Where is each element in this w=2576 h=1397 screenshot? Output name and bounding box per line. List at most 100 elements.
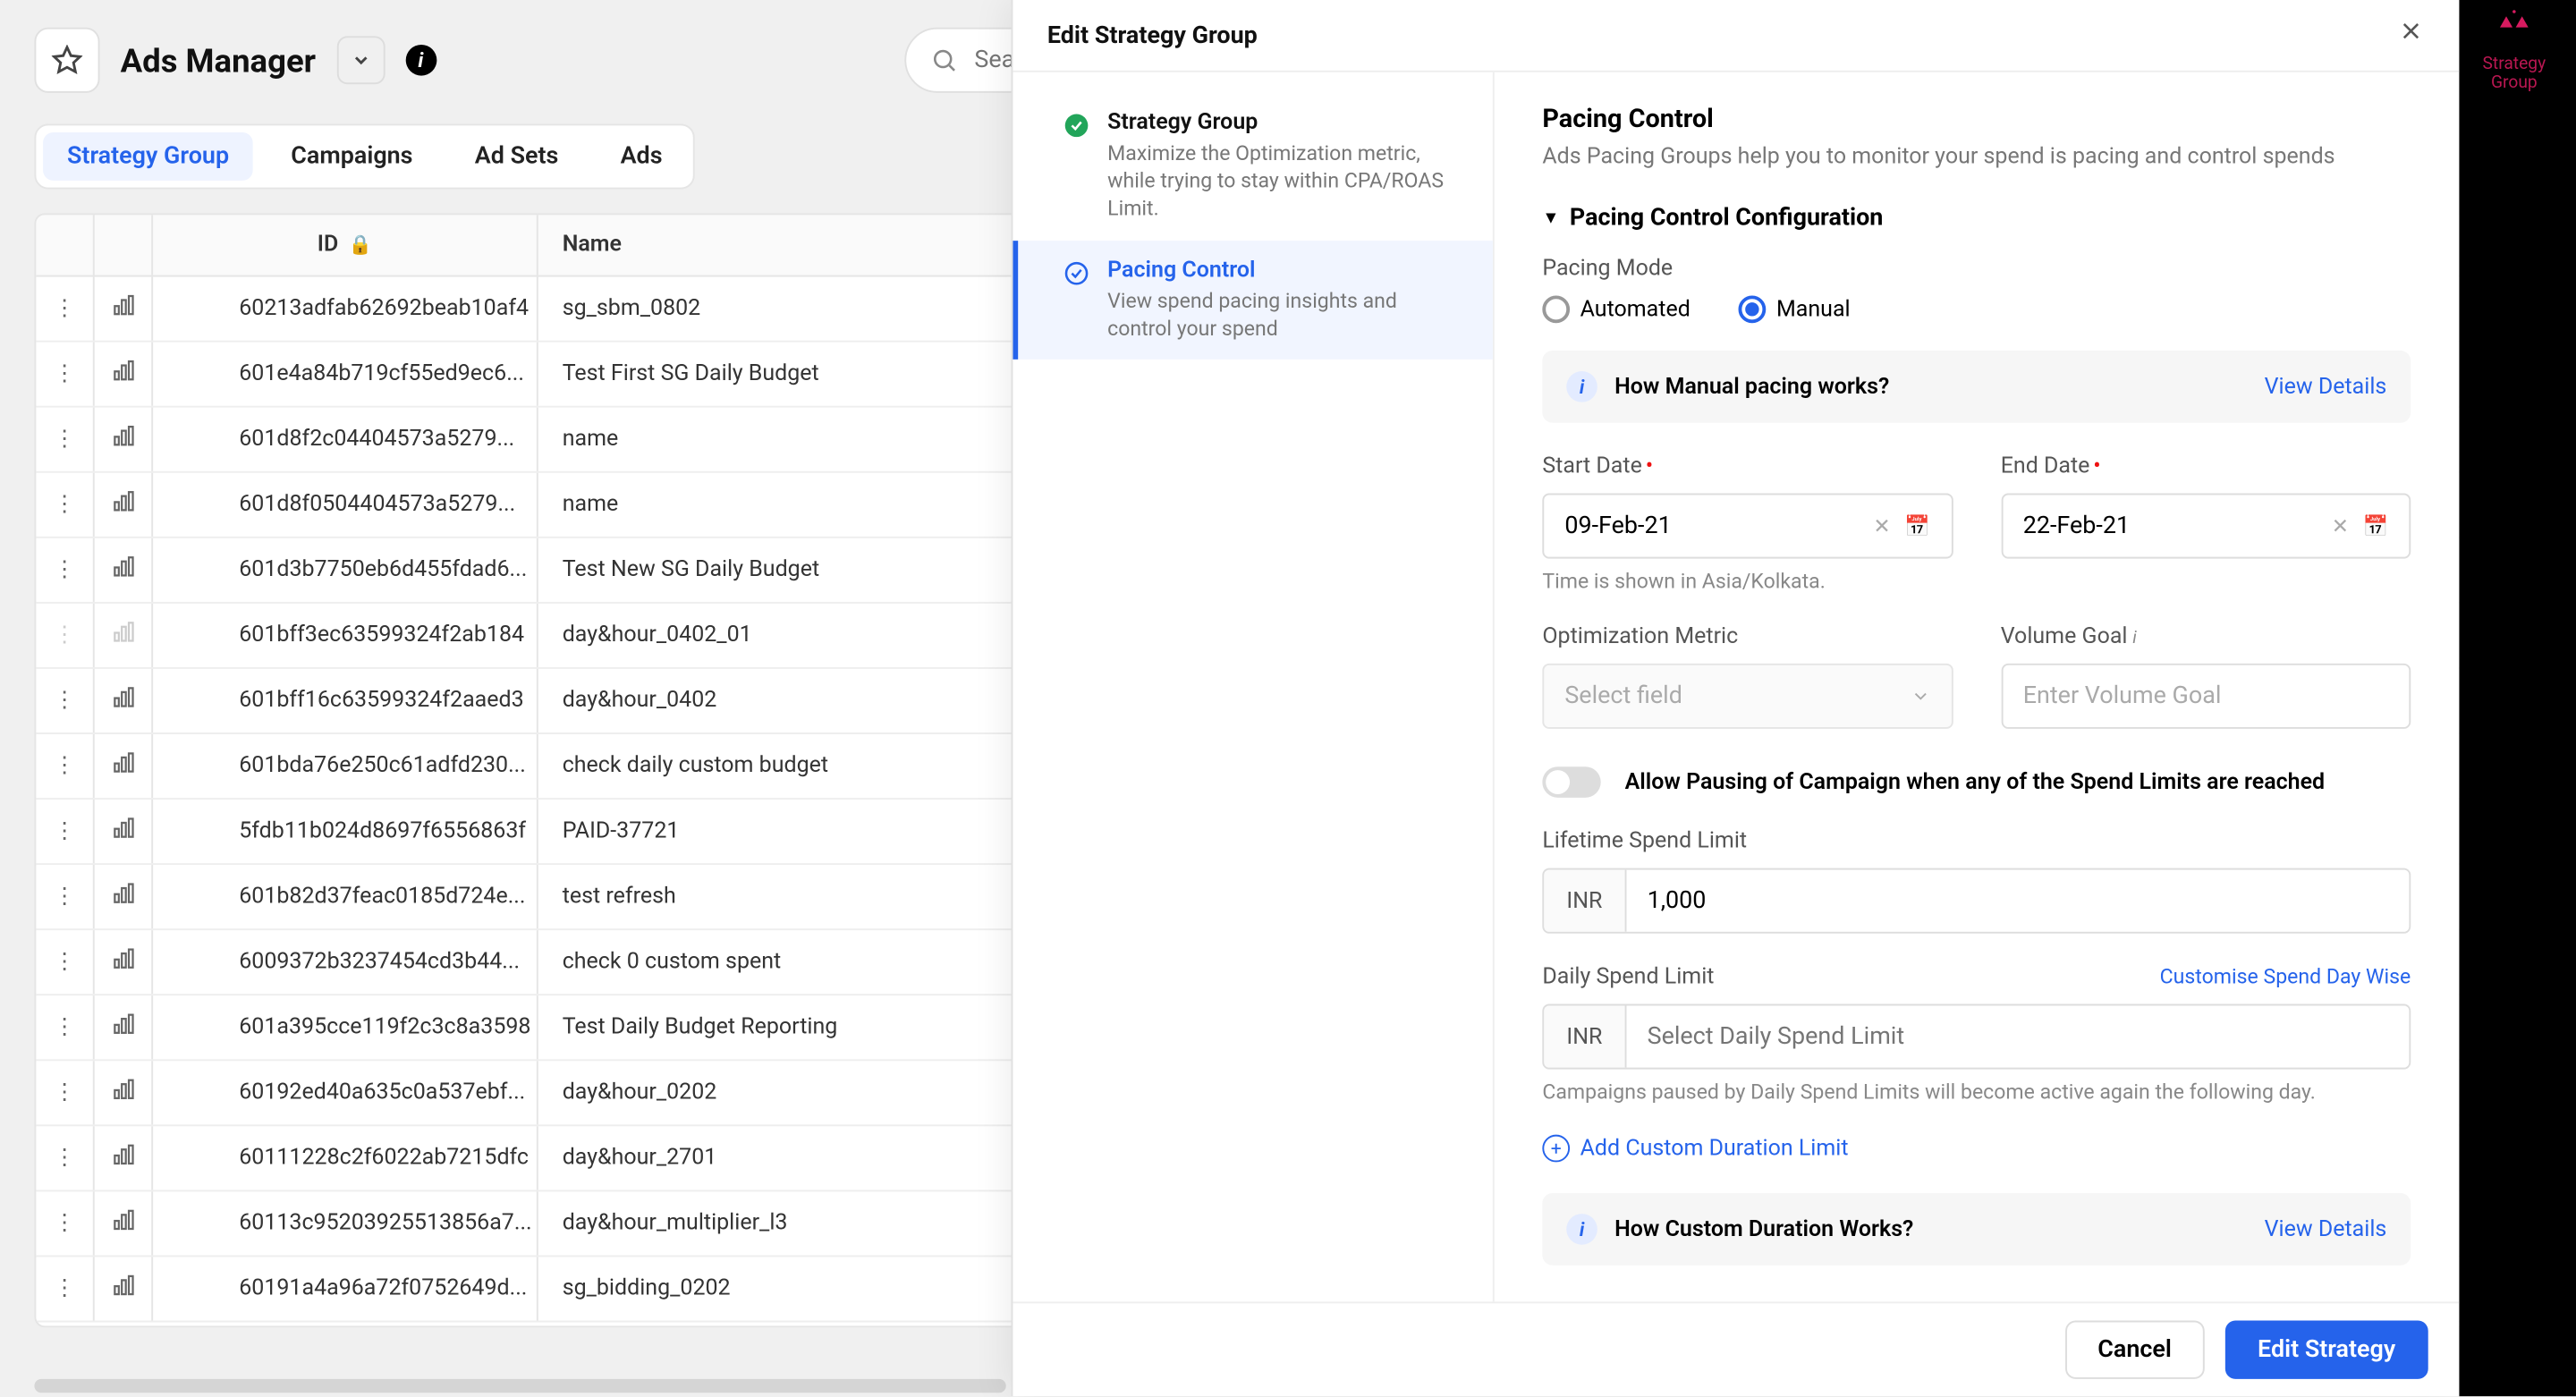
row-id: 601bda76e250c61adfd230... [153,734,538,798]
timezone-note: Time is shown in Asia/Kolkata. [1543,569,2411,593]
chart-icon[interactable] [111,424,135,455]
daily-limit-label: Daily Spend Limit [1543,965,1715,991]
lifetime-limit-input[interactable] [1627,870,2410,932]
step-pacing-control[interactable]: Pacing Control View spend pacing insight… [1013,240,1492,359]
add-custom-duration-link[interactable]: + Add Custom Duration Limit [1543,1135,2411,1163]
step-strategy-group[interactable]: Strategy Group Maximize the Optimization… [1013,93,1492,241]
currency-prefix: INR [1544,870,1626,932]
end-date-label: End Date• [2001,454,2411,480]
chart-icon[interactable] [111,293,135,325]
info-icon[interactable]: i [2133,630,2138,648]
row-menu-icon[interactable]: ⋮ [54,1211,76,1237]
tab-ads[interactable]: Ads [589,125,693,187]
opt-metric-select[interactable]: Select field [1543,664,1953,729]
chart-icon[interactable] [111,1274,135,1305]
row-id: 601bff3ec63599324f2ab184 [153,604,538,667]
column-name-header[interactable]: Name [563,233,622,258]
row-menu-icon[interactable]: ⋮ [54,688,76,714]
info-icon[interactable]: i [405,45,436,76]
calendar-icon[interactable]: 📅 [2363,514,2389,538]
lifetime-limit-label: Lifetime Spend Limit [1543,829,1748,855]
end-date-input[interactable]: 22-Feb-21 ✕📅 [2001,494,2411,559]
chart-icon[interactable] [111,946,135,978]
chart-icon[interactable] [111,1078,135,1109]
close-button[interactable] [2397,17,2425,53]
chevron-down-icon [351,50,371,71]
row-id: 5fdb11b024d8697f6556863f [153,800,538,863]
row-menu-icon[interactable]: ⋮ [54,492,76,518]
favorite-button[interactable] [34,28,99,93]
lifetime-limit-input-group: INR [1543,868,2411,934]
drawer-sidebar: Strategy Group Maximize the Optimization… [1013,72,1494,1302]
row-menu-icon[interactable]: ⋮ [54,1276,76,1302]
clear-icon[interactable]: ✕ [2332,514,2349,538]
clear-icon[interactable]: ✕ [1874,514,1891,538]
chart-icon[interactable] [111,1143,135,1174]
custom-duration-info: i How Custom Duration Works? View Detail… [1543,1193,2411,1266]
chart-icon[interactable] [111,816,135,847]
daily-limit-input[interactable] [1627,1006,2410,1068]
edit-strategy-button[interactable]: Edit Strategy [2224,1321,2428,1379]
row-menu-icon[interactable]: ⋮ [54,818,76,844]
volume-goal-label: Volume Goali [2001,624,2411,650]
chart-icon[interactable] [111,359,135,390]
volume-goal-input[interactable] [2001,664,2411,729]
tabs: Strategy Group Campaigns Ad Sets Ads [34,123,695,189]
view-details-link[interactable]: View Details [2265,374,2387,400]
check-circle-icon [1063,112,1090,140]
config-section-toggle[interactable]: ▼ Pacing Control Configuration [1543,205,2411,233]
calendar-icon[interactable]: 📅 [1904,514,1930,538]
chart-icon[interactable] [111,1012,135,1043]
row-menu-icon[interactable]: ⋮ [54,753,76,779]
allow-pausing-toggle[interactable] [1543,766,1601,798]
manual-pacing-info: i How Manual pacing works? View Details [1543,351,2411,423]
tab-strategy-group[interactable]: Strategy Group [43,132,253,181]
cancel-button[interactable]: Cancel [2065,1321,2205,1379]
daily-limit-input-group: INR [1543,1004,2411,1070]
opt-metric-label: Optimization Metric [1543,624,1953,650]
customise-spend-link[interactable]: Customise Spend Day Wise [2160,965,2411,991]
horizontal-scrollbar[interactable] [34,1379,1005,1393]
plus-circle-icon: + [1543,1135,1571,1163]
close-icon [2397,17,2425,45]
view-details-link[interactable]: View Details [2265,1216,2387,1242]
info-icon: i [1566,371,1597,402]
row-menu-icon[interactable]: ⋮ [54,427,76,453]
row-id: 601a395cce119f2c3c8a3598 [153,995,538,1059]
tab-ad-sets[interactable]: Ad Sets [444,125,589,187]
chart-icon [111,620,135,651]
row-menu-icon[interactable]: ⋮ [54,557,76,583]
chart-icon[interactable] [111,750,135,782]
chart-icon[interactable] [111,685,135,716]
chart-icon[interactable] [111,1208,135,1240]
row-menu-icon[interactable]: ⋮ [54,1145,76,1171]
row-menu-icon[interactable]: ⋮ [54,1014,76,1040]
lock-icon: 🔒 [349,233,372,256]
row-menu-icon[interactable]: ⋮ [54,1080,76,1105]
pacing-sub: Ads Pacing Groups help you to monitor yo… [1543,144,2411,170]
tab-campaigns[interactable]: Campaigns [260,125,444,187]
app-title: Ads Manager [121,40,316,80]
chevron-down-icon [1910,686,1930,707]
chart-icon[interactable] [111,881,135,912]
app-switcher[interactable] [336,36,385,84]
start-date-input[interactable]: 09-Feb-21 ✕📅 [1543,494,1953,559]
row-menu-icon[interactable]: ⋮ [54,884,76,910]
chart-icon[interactable] [111,489,135,521]
row-id: 601d8f2c04404573a5279... [153,408,538,471]
row-menu-icon[interactable]: ⋮ [54,949,76,975]
row-id: 601d8f0504404573a5279... [153,473,538,537]
pacing-mode-label: Pacing Mode [1543,256,2411,282]
row-id: 60192ed40a635c0a537ebf... [153,1061,538,1124]
row-menu-icon[interactable]: ⋮ [54,361,76,387]
radio-icon [1543,296,1571,324]
radio-automated[interactable]: Automated [1543,296,1690,324]
radio-manual[interactable]: Manual [1739,296,1851,324]
strategy-group-badge[interactable]: Strategy Group [2473,7,2555,93]
right-sidebar [2459,0,2576,1396]
info-icon: i [1566,1214,1597,1245]
chart-icon[interactable] [111,555,135,586]
triangle-down-icon: ▼ [1543,209,1560,228]
row-menu-icon[interactable]: ⋮ [54,296,76,322]
column-id-header[interactable]: ID [318,233,338,258]
